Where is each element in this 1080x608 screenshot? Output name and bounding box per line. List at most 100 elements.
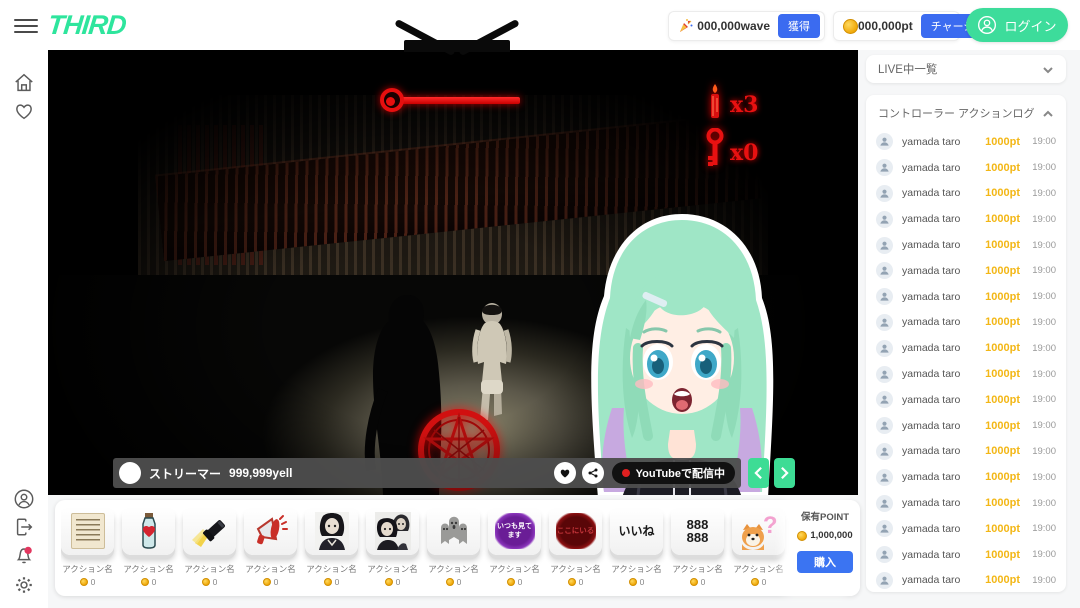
action-item-count: 0	[427, 577, 480, 587]
action-keycap[interactable]	[122, 507, 175, 555]
log-time: 19:00	[1028, 575, 1056, 586]
action-keycap[interactable]: ここにいる	[549, 507, 602, 555]
action-keycap[interactable]	[427, 507, 480, 555]
coin-icon	[324, 578, 332, 586]
action-log-row[interactable]: yamada taro 1000pt 19:00	[876, 129, 1056, 155]
login-label: ログイン	[1004, 16, 1056, 35]
log-time: 19:00	[1028, 317, 1056, 328]
action-item-label: アクション名	[671, 563, 724, 575]
action-item[interactable]: アクション名 0	[366, 507, 419, 587]
action-log-row[interactable]: yamada taro 1000pt 19:00	[876, 464, 1056, 490]
log-user-name: yamada taro	[902, 549, 960, 561]
log-time: 19:00	[1028, 240, 1056, 251]
action-keycap[interactable]	[305, 507, 358, 555]
action-log-row[interactable]: yamada taro 1000pt 19:00	[876, 310, 1056, 336]
action-keycap[interactable]: 888888	[671, 507, 724, 555]
user-avatar-icon	[876, 495, 893, 512]
acquire-button[interactable]: 獲得	[778, 14, 820, 38]
action-keycap[interactable]: ?	[732, 507, 785, 555]
key-count: x0	[730, 140, 758, 166]
action-keycap[interactable]	[61, 507, 114, 555]
action-item-count: 0	[488, 577, 541, 587]
action-item[interactable]: アクション名 0	[305, 507, 358, 587]
action-log-row[interactable]: yamada taro 1000pt 19:00	[876, 181, 1056, 207]
action-item[interactable]: アクション名 0	[61, 507, 114, 587]
bell-icon[interactable]	[13, 544, 35, 566]
logout-icon[interactable]	[13, 516, 35, 538]
action-item[interactable]: いいね アクション名 0	[610, 507, 663, 587]
action-item[interactable]: アクション名 0	[427, 507, 480, 587]
action-item[interactable]: アクション名 0	[244, 507, 297, 587]
log-user-name: yamada taro	[902, 136, 960, 148]
log-points: 1000pt	[985, 213, 1020, 225]
login-button[interactable]: ログイン	[966, 8, 1068, 42]
user-avatar-icon	[876, 159, 893, 176]
user-circle-icon	[977, 15, 997, 35]
action-log-row[interactable]: yamada taro 1000pt 19:00	[876, 413, 1056, 439]
prev-stream-button[interactable]	[748, 458, 769, 488]
next-stream-button[interactable]	[774, 458, 795, 488]
heart-icon[interactable]	[13, 100, 35, 122]
profile-icon[interactable]	[13, 488, 35, 510]
action-log-row[interactable]: yamada taro 1000pt 19:00	[876, 206, 1056, 232]
live-list-dropdown[interactable]: LIVE中一覧	[866, 55, 1066, 83]
action-log-row[interactable]: yamada taro 1000pt 19:00	[876, 542, 1056, 568]
action-keycap[interactable]: いいね	[610, 507, 663, 555]
action-item-count: 0	[305, 577, 358, 587]
log-points: 1000pt	[985, 394, 1020, 406]
action-log-row[interactable]: yamada taro 1000pt 19:00	[876, 568, 1056, 592]
log-time: 19:00	[1028, 343, 1056, 354]
purple-splat-icon: いつも見てます	[495, 513, 535, 549]
youtube-badge-label: YouTubeで配信中	[636, 465, 725, 481]
log-time: 19:00	[1028, 188, 1056, 199]
action-log-row[interactable]: yamada taro 1000pt 19:00	[876, 284, 1056, 310]
share-button[interactable]	[582, 462, 604, 484]
action-item-count: 0	[549, 577, 602, 587]
text-keycap-label: 888888	[687, 518, 709, 545]
action-log-row[interactable]: yamada taro 1000pt 19:00	[876, 490, 1056, 516]
user-avatar-icon	[876, 469, 893, 486]
action-item[interactable]: ここにいる アクション名 0	[549, 507, 602, 587]
gear-icon[interactable]	[13, 574, 35, 596]
action-log-header[interactable]: コントローラー アクションログ	[866, 95, 1066, 127]
log-user-name: yamada taro	[902, 265, 960, 277]
action-log-row[interactable]: yamada taro 1000pt 19:00	[876, 387, 1056, 413]
log-time: 19:00	[1028, 420, 1056, 431]
youtube-live-badge[interactable]: YouTubeで配信中	[612, 462, 735, 484]
action-log-row[interactable]: yamada taro 1000pt 19:00	[876, 439, 1056, 465]
stream-video-player[interactable]: x3 x0	[48, 50, 858, 495]
action-log-row[interactable]: yamada taro 1000pt 19:00	[876, 232, 1056, 258]
coin-icon	[843, 19, 858, 34]
action-item[interactable]: アクション名 0	[122, 507, 175, 587]
action-keycap[interactable]	[244, 507, 297, 555]
user-avatar-icon	[876, 340, 893, 357]
action-item[interactable]: 888888 アクション名 0	[671, 507, 724, 587]
key-icon	[702, 128, 728, 170]
user-avatar-icon	[876, 314, 893, 331]
action-log-row[interactable]: yamada taro 1000pt 19:00	[876, 361, 1056, 387]
action-item[interactable]: いつも見てます アクション名 0	[488, 507, 541, 587]
home-icon[interactable]	[13, 72, 35, 94]
action-keycap[interactable]	[183, 507, 236, 555]
left-sidebar	[0, 50, 48, 608]
log-points: 1000pt	[985, 523, 1020, 535]
action-item[interactable]: アクション名 0	[183, 507, 236, 587]
log-time: 19:00	[1028, 291, 1056, 302]
action-keycap[interactable]	[366, 507, 419, 555]
user-avatar-icon	[876, 391, 893, 408]
user-avatar-icon	[876, 443, 893, 460]
log-time: 19:00	[1028, 446, 1056, 457]
action-log-row[interactable]: yamada taro 1000pt 19:00	[876, 258, 1056, 284]
user-avatar-icon	[876, 366, 893, 383]
like-heart-button[interactable]	[554, 462, 576, 484]
action-keycap[interactable]: いつも見てます	[488, 507, 541, 555]
user-avatar-icon	[876, 211, 893, 228]
action-item[interactable]: ? アクション名 0	[732, 507, 785, 587]
action-log-row[interactable]: yamada taro 1000pt 19:00	[876, 155, 1056, 181]
log-time: 19:00	[1028, 472, 1056, 483]
menu-icon[interactable]	[14, 15, 38, 35]
wave-counter: 000,000wave 獲得	[668, 11, 825, 41]
action-log-row[interactable]: yamada taro 1000pt 19:00	[876, 516, 1056, 542]
buy-button[interactable]: 購入	[797, 551, 853, 573]
action-log-row[interactable]: yamada taro 1000pt 19:00	[876, 335, 1056, 361]
